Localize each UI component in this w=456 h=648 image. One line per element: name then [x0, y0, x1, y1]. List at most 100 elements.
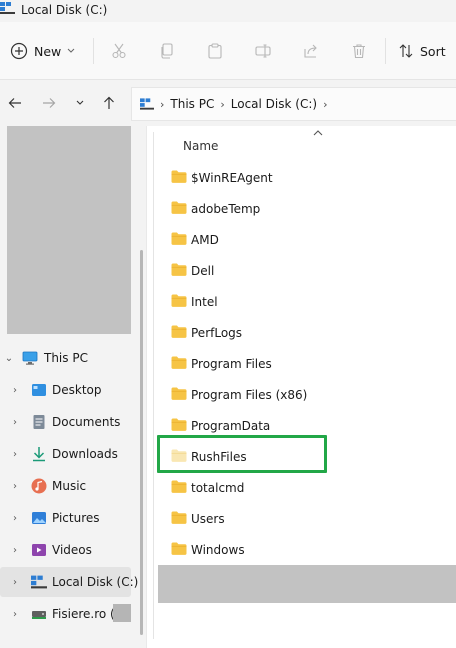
sidebar-item-downloads[interactable]: › Downloads: [0, 439, 131, 469]
file-name: $WinREAgent: [191, 170, 273, 185]
sidebar-item-label: Downloads: [52, 447, 118, 461]
toolbar-divider: [385, 38, 386, 64]
folder-icon: [171, 542, 187, 555]
copy-icon: [161, 43, 173, 59]
chevron-right-icon: ›: [160, 97, 165, 111]
window-title: Local Disk (C:): [21, 3, 108, 17]
pictures-icon: [32, 512, 46, 524]
highlight-box: [157, 435, 327, 473]
chevron-down-icon: [76, 100, 84, 105]
arrow-left-icon: [8, 98, 21, 108]
arrow-right-icon: [43, 98, 56, 108]
folder-icon: [171, 387, 187, 400]
sidebar-item-label: This PC: [44, 351, 88, 365]
folder-icon: [171, 170, 187, 183]
redacted-area: [7, 126, 131, 334]
folder-icon: [171, 418, 187, 431]
drive-icon: [31, 575, 47, 589]
rename-icon: [255, 44, 271, 58]
back-button[interactable]: [6, 94, 24, 112]
file-row[interactable]: Program Files (x86): [160, 379, 456, 410]
drive-icon: [0, 2, 15, 14]
file-row[interactable]: Dell: [160, 255, 456, 286]
scissors-icon: [112, 43, 126, 59]
folder-icon: [171, 480, 187, 493]
toolbar-divider: [93, 38, 94, 64]
chevron-right-icon: ›: [323, 97, 328, 111]
sidebar-item-label: Videos: [52, 543, 92, 557]
file-name: Program Files (x86): [191, 387, 308, 402]
sidebar-item-label: Documents: [52, 415, 121, 429]
file-row[interactable]: Program Files: [160, 348, 456, 379]
redacted-area: [158, 565, 456, 603]
chevron-right-icon: ›: [13, 576, 17, 588]
address-bar[interactable]: › This PC › Local Disk (C:) ›: [131, 87, 456, 121]
breadcrumb-local-disk[interactable]: Local Disk (C:): [231, 97, 317, 111]
sidebar-item-this-pc[interactable]: ⌄ This PC: [0, 343, 131, 373]
file-row[interactable]: PerfLogs: [160, 317, 456, 348]
chevron-up-icon: [313, 130, 323, 136]
chevron-down-icon: ⌄: [4, 352, 14, 364]
file-row[interactable]: Intel: [160, 286, 456, 317]
sort-button[interactable]: Sort: [398, 40, 456, 62]
breadcrumb-this-pc[interactable]: This PC: [170, 97, 214, 111]
rename-button[interactable]: [253, 40, 273, 62]
chevron-right-icon: ›: [13, 384, 17, 396]
file-row[interactable]: $WinREAgent: [160, 162, 456, 193]
file-name: AMD: [191, 232, 219, 247]
delete-button[interactable]: [349, 40, 369, 62]
share-icon: [304, 44, 317, 58]
file-name: PerfLogs: [191, 325, 243, 340]
videos-icon: [32, 544, 46, 556]
chevron-right-icon: ›: [13, 608, 17, 620]
music-icon: [31, 478, 47, 494]
sidebar-item-network-drive[interactable]: › Fisiere.ro (\\: [0, 599, 131, 629]
cut-button[interactable]: [109, 40, 129, 62]
sidebar-item-pictures[interactable]: › Pictures: [0, 503, 131, 533]
share-button[interactable]: [301, 40, 321, 62]
sidebar-item-label: Desktop: [52, 383, 102, 397]
folder-icon: [171, 356, 187, 369]
sort-icon: [399, 44, 413, 58]
folder-icon: [171, 201, 187, 214]
recent-locations-button[interactable]: [71, 94, 89, 112]
redacted-area: [113, 604, 131, 622]
copy-button[interactable]: [157, 40, 177, 62]
file-name: adobeTemp: [191, 201, 261, 216]
arrow-up-icon: [104, 96, 114, 109]
new-button-label: New: [34, 43, 62, 59]
folder-icon: [171, 511, 187, 524]
chevron-right-icon: ›: [13, 448, 17, 460]
sidebar-item-documents[interactable]: › Documents: [0, 407, 131, 437]
file-name: totalcmd: [191, 480, 245, 495]
network-drive-icon: [32, 611, 46, 619]
file-row[interactable]: Windows: [160, 534, 456, 565]
file-name: ProgramData: [191, 418, 271, 433]
forward-button[interactable]: [40, 94, 58, 112]
file-name: Dell: [191, 263, 215, 278]
up-button[interactable]: [100, 94, 118, 112]
chevron-right-icon: ›: [13, 416, 17, 428]
chevron-right-icon: ›: [220, 97, 225, 111]
sidebar-item-local-disk[interactable]: › Local Disk (C:): [0, 567, 138, 597]
file-row[interactable]: adobeTemp: [160, 193, 456, 224]
sidebar-item-label: Pictures: [52, 511, 100, 525]
new-button[interactable]: New: [10, 40, 82, 62]
nav-scrollbar[interactable]: [140, 250, 143, 635]
column-header-name[interactable]: Name: [183, 139, 218, 153]
file-row[interactable]: Users: [160, 503, 456, 534]
sidebar-item-desktop[interactable]: › Desktop: [0, 375, 131, 405]
file-row[interactable]: totalcmd: [160, 472, 456, 503]
paste-button[interactable]: [205, 40, 225, 62]
chevron-down-icon: [67, 48, 75, 53]
plus-circle-icon: [10, 42, 28, 60]
sidebar-item-videos[interactable]: › Videos: [0, 535, 131, 565]
sidebar-item-music[interactable]: › Music: [0, 471, 131, 501]
sidebar-item-label: Music: [52, 479, 87, 493]
folder-icon: [171, 263, 187, 276]
file-row[interactable]: AMD: [160, 224, 456, 255]
chevron-right-icon: ›: [13, 512, 17, 524]
file-name: Program Files: [191, 356, 272, 371]
file-name: Intel: [191, 294, 218, 309]
chevron-right-icon: ›: [13, 480, 17, 492]
